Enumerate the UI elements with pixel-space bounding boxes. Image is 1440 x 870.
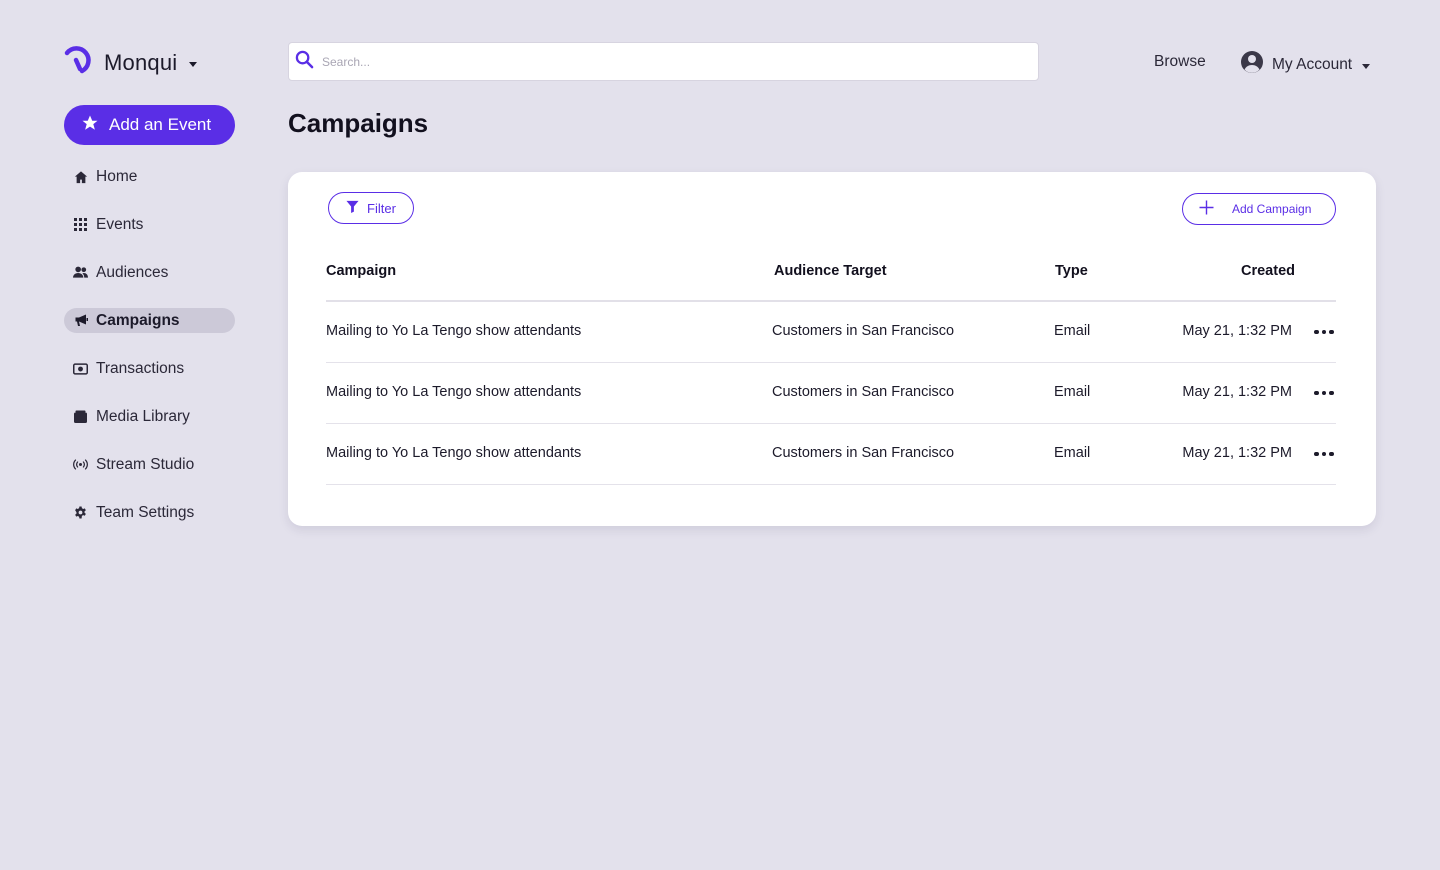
add-event-button[interactable]: Add an Event	[64, 105, 235, 145]
sidebar-item-label: Stream Studio	[96, 455, 195, 473]
sidebar-item-label: Team Settings	[96, 503, 195, 521]
sidebar-item-label: Transactions	[96, 359, 185, 377]
money-icon	[73, 361, 88, 376]
campaigns-table: Campaign Audience Target Type Created Ma…	[326, 252, 1336, 485]
page-title: Campaigns	[288, 108, 429, 138]
brand-switcher[interactable]: Monqui	[62, 44, 198, 81]
more-options-icon[interactable]	[1312, 322, 1336, 342]
chevron-down-icon	[189, 62, 198, 67]
chevron-down-icon	[1362, 64, 1371, 69]
grid-icon	[73, 217, 88, 232]
home-icon	[73, 169, 88, 184]
user-avatar-icon	[1240, 50, 1264, 79]
account-label: My Account	[1272, 55, 1353, 73]
sidebar-item-label: Events	[96, 215, 144, 233]
sidebar-item-media-library[interactable]: Media Library	[64, 404, 235, 429]
account-menu[interactable]: My Account	[1240, 50, 1371, 79]
table-header: Campaign Audience Target Type Created	[326, 252, 1336, 302]
campaign-name: Mailing to Yo La Tengo show attendants	[326, 323, 582, 339]
campaign-name: Mailing to Yo La Tengo show attendants	[326, 445, 582, 461]
campaign-type: Email	[1054, 445, 1091, 461]
column-header-created[interactable]: Created	[1241, 263, 1295, 279]
star-icon	[81, 114, 99, 137]
add-campaign-button[interactable]: Add Campaign	[1182, 193, 1336, 225]
sidebar-item-transactions[interactable]: Transactions	[64, 356, 235, 381]
table-row[interactable]: Mailing to Yo La Tengo show attendants C…	[326, 424, 1336, 485]
table-row[interactable]: Mailing to Yo La Tengo show attendants C…	[326, 302, 1336, 363]
audience-target: Customers in San Francisco	[772, 445, 955, 461]
sidebar-item-audiences[interactable]: Audiences	[64, 260, 235, 285]
sidebar-item-label: Home	[96, 167, 138, 185]
sidebar-item-team-settings[interactable]: Team Settings	[64, 500, 235, 525]
column-header-type[interactable]: Type	[1055, 263, 1088, 279]
created-date: May 21, 1:32 PM	[1182, 323, 1292, 339]
broadcast-icon	[73, 457, 88, 472]
sidebar-item-label: Media Library	[96, 407, 190, 425]
sidebar-item-stream-studio[interactable]: Stream Studio	[64, 452, 235, 477]
users-icon	[73, 265, 88, 280]
sidebar-item-campaigns[interactable]: Campaigns	[64, 308, 235, 333]
browse-link[interactable]: Browse	[1154, 53, 1206, 71]
search-bar	[288, 42, 1039, 81]
table-row[interactable]: Mailing to Yo La Tengo show attendants C…	[326, 363, 1336, 424]
add-campaign-label: Add Campaign	[1232, 202, 1312, 216]
more-options-icon[interactable]	[1312, 444, 1336, 464]
created-date: May 21, 1:32 PM	[1182, 445, 1292, 461]
filter-button[interactable]: Filter	[328, 192, 414, 224]
campaign-type: Email	[1054, 384, 1091, 400]
sidebar-item-events[interactable]: Events	[64, 212, 235, 237]
column-header-campaign[interactable]: Campaign	[326, 263, 396, 279]
created-date: May 21, 1:32 PM	[1182, 384, 1292, 400]
audience-target: Customers in San Francisco	[772, 323, 955, 339]
more-options-icon[interactable]	[1312, 383, 1336, 403]
search-input[interactable]	[322, 54, 1002, 69]
column-header-audience-target[interactable]: Audience Target	[774, 263, 887, 279]
campaigns-card: Filter Add Campaign Campaign Audience Ta…	[288, 172, 1376, 526]
add-event-label: Add an Event	[109, 115, 212, 134]
gear-icon	[73, 505, 88, 520]
filter-icon	[346, 200, 359, 216]
sidebar-item-label: Campaigns	[96, 311, 180, 329]
audience-target: Customers in San Francisco	[772, 384, 955, 400]
search-icon	[295, 50, 314, 74]
sidebar-item-home[interactable]: Home	[64, 164, 235, 189]
folder-icon	[73, 409, 88, 424]
brand-name: Monqui	[104, 49, 178, 75]
monqui-logo-icon	[62, 44, 94, 81]
sidebar-item-label: Audiences	[96, 263, 169, 281]
campaign-name: Mailing to Yo La Tengo show attendants	[326, 384, 582, 400]
plus-icon	[1199, 200, 1214, 218]
sidebar-nav: Home Events Audiences Campaigns Transact…	[64, 164, 235, 548]
campaign-type: Email	[1054, 323, 1091, 339]
megaphone-icon	[73, 313, 88, 328]
filter-label: Filter	[367, 200, 396, 216]
